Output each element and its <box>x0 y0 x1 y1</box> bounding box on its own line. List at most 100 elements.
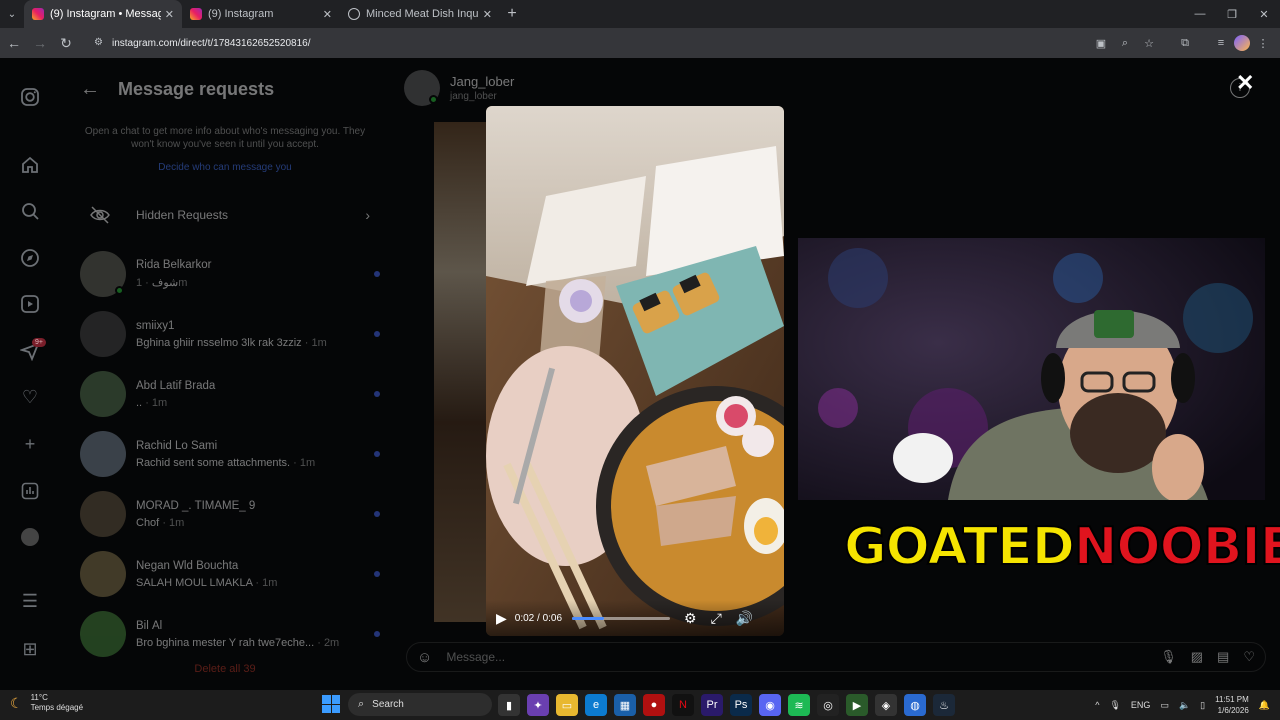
hidden-requests-row[interactable]: Hidden Requests › <box>80 195 370 235</box>
conversation-item[interactable]: Abd Latif Brada.. · 1m <box>80 369 380 419</box>
video-player[interactable]: ▶ 0:02 / 0:06 ⚙ ⤢ 🔊 <box>486 106 784 636</box>
profile-icon[interactable] <box>19 526 41 548</box>
close-window-icon[interactable]: ✕ <box>1248 0 1280 28</box>
start-button[interactable] <box>322 695 340 713</box>
explore-icon[interactable] <box>19 247 41 269</box>
decide-who-link[interactable]: Decide who can message you <box>80 162 370 173</box>
play-icon[interactable]: ▶ <box>496 610 507 627</box>
search-icon[interactable] <box>19 200 41 222</box>
app-red-icon[interactable]: ● <box>643 694 665 716</box>
media-thumbnail[interactable] <box>434 122 494 622</box>
media-control-icon[interactable]: ≡ <box>1210 32 1232 54</box>
create-icon[interactable]: + <box>19 433 41 455</box>
conversation-item[interactable]: MORAD _. TIMAME_ 9 Chof · 1m <box>80 489 380 539</box>
conversation-item[interactable]: Negan Wld Bouchta SALAH MOUL LMAKLA · 1m <box>80 549 380 599</box>
photoshop-icon[interactable]: Ps <box>730 694 752 716</box>
avatar[interactable] <box>404 70 440 106</box>
conversation-item[interactable]: smiixy1 Bghina ghiir nsselmo 3lk rak 3zzi… <box>80 309 380 359</box>
dashboard-icon[interactable] <box>19 480 41 502</box>
app-green-icon[interactable]: ▶ <box>846 694 868 716</box>
close-tab-icon[interactable]: ✕ <box>323 8 332 21</box>
clock[interactable]: 11:51 PM 1/6/2026 <box>1215 694 1249 716</box>
minimize-icon[interactable]: — <box>1184 0 1216 28</box>
back-icon[interactable]: ← <box>2 31 26 55</box>
threads-icon[interactable]: ⊞ <box>19 638 41 660</box>
bookmark-star-icon[interactable]: ☆ <box>1138 32 1160 54</box>
close-tab-icon[interactable]: ✕ <box>165 8 174 21</box>
spotify-icon[interactable]: ≋ <box>788 694 810 716</box>
extensions-icon[interactable]: ⧉ <box>1174 32 1196 54</box>
tray-chevron-icon[interactable]: ^ <box>1095 700 1099 710</box>
online-indicator <box>429 95 438 104</box>
chat-name[interactable]: Jang_lober <box>450 74 514 89</box>
speaker-icon[interactable]: 🔈 <box>1179 700 1190 711</box>
file-explorer-icon[interactable]: ▭ <box>556 694 578 716</box>
microphone-icon[interactable]: 🎙 <box>1160 649 1177 665</box>
network-icon[interactable]: ▭ <box>1160 700 1169 711</box>
more-menu-icon[interactable]: ⋮ <box>1252 32 1274 54</box>
webcam-feed <box>798 238 1265 500</box>
task-view-icon[interactable]: ▮ <box>498 694 520 716</box>
heart-icon[interactable]: ♡ <box>19 386 41 408</box>
chrome-icon[interactable]: ◍ <box>904 694 926 716</box>
conversation-item[interactable]: Rachid Lo Sami Rachid sent some attachmen… <box>80 429 380 479</box>
toolbar-divider <box>1162 32 1172 54</box>
taskbar-search[interactable]: ⌕ Search <box>348 693 492 716</box>
back-arrow-icon[interactable]: ← <box>80 78 100 101</box>
forward-icon[interactable]: → <box>28 31 52 55</box>
unread-dot <box>374 271 380 277</box>
heart-icon[interactable]: ♡ <box>1243 649 1255 665</box>
conversation-item[interactable]: Bil Âl Bro bghina mester Y rah twe7eche..… <box>80 609 380 659</box>
delete-all-button[interactable]: Delete all 39 <box>80 663 370 675</box>
unread-dot <box>374 331 380 337</box>
image-icon[interactable]: ▨ <box>1191 649 1203 665</box>
edge-icon[interactable]: e <box>585 694 607 716</box>
fullscreen-icon[interactable]: ⤢ <box>711 610 722 627</box>
battery-icon[interactable]: ▯ <box>1200 700 1205 711</box>
discord-icon[interactable]: ◉ <box>759 694 781 716</box>
volume-icon[interactable]: 🔊 <box>736 610 753 627</box>
tab-instagram[interactable]: (9) Instagram ✕ <box>182 0 340 28</box>
language-indicator[interactable]: ENG <box>1131 700 1151 710</box>
message-composer[interactable]: ☺ Message... 🎙 ▨ ▤ ♡ <box>406 642 1266 672</box>
profile-avatar-icon[interactable] <box>1234 35 1250 51</box>
sticker-icon[interactable]: ▤ <box>1217 649 1229 665</box>
conversation-item[interactable]: Rida Belkarkor شوف · 1m <box>80 249 380 299</box>
tab-minced-meat[interactable]: Minced Meat Dish Inquiry ✕ <box>340 0 500 28</box>
url-field[interactable]: ⚙ instagram.com/direct/t/178431626525208… <box>84 31 1084 55</box>
instagram-icon[interactable] <box>19 86 41 108</box>
copilot-icon[interactable]: ✦ <box>527 694 549 716</box>
message-input[interactable]: Message... <box>446 650 1146 664</box>
notification-bell-icon[interactable]: 🔔 <box>1259 700 1270 711</box>
store-icon[interactable]: ▦ <box>614 694 636 716</box>
reload-icon[interactable]: ↻ <box>54 31 78 55</box>
microphone-tray-icon[interactable]: 🎙 <box>1109 700 1120 711</box>
obs-icon[interactable]: ◎ <box>817 694 839 716</box>
channel-logo: GOATEDNOOBIE <box>843 516 1280 578</box>
close-viewer-icon[interactable]: ✕ <box>1236 70 1254 96</box>
weather-widget[interactable]: ☾ 11°C Temps dégagé <box>10 693 83 713</box>
netflix-icon[interactable]: N <box>672 694 694 716</box>
instagram-favicon-icon <box>32 8 44 20</box>
premiere-icon[interactable]: Pr <box>701 694 723 716</box>
taskbar-apps: ▮ ✦ ▭ e ▦ ● N Pr Ps ◉ ≋ ◎ ▶ ◈ ◍ ♨ <box>498 694 955 716</box>
reels-icon[interactable] <box>19 293 41 315</box>
cast-icon[interactable]: ▣ <box>1090 32 1112 54</box>
site-info-icon[interactable]: ⚙ <box>94 37 106 49</box>
video-progress-bar[interactable] <box>572 616 671 620</box>
app-gray-icon[interactable]: ◈ <box>875 694 897 716</box>
new-tab-button[interactable]: + <box>500 5 524 23</box>
tab-search-icon[interactable]: ⌄ <box>0 0 24 28</box>
browser-tab-bar: ⌄ (9) Instagram • Messages ✕ (9) Instagr… <box>0 0 1280 28</box>
settings-gear-icon[interactable]: ⚙ <box>684 610 697 627</box>
close-tab-icon[interactable]: ✕ <box>483 8 492 21</box>
tab-instagram-messages[interactable]: (9) Instagram • Messages ✕ <box>24 0 182 28</box>
steam-icon[interactable]: ♨ <box>933 694 955 716</box>
avatar <box>80 311 126 357</box>
home-icon[interactable] <box>19 154 41 176</box>
menu-icon[interactable]: ☰ <box>19 590 41 612</box>
emoji-icon[interactable]: ☺ <box>417 649 432 666</box>
restore-icon[interactable]: ❐ <box>1216 0 1248 28</box>
zoom-icon[interactable]: ⌕ <box>1114 32 1136 54</box>
video-controls: ▶ 0:02 / 0:06 ⚙ ⤢ 🔊 <box>486 600 784 636</box>
